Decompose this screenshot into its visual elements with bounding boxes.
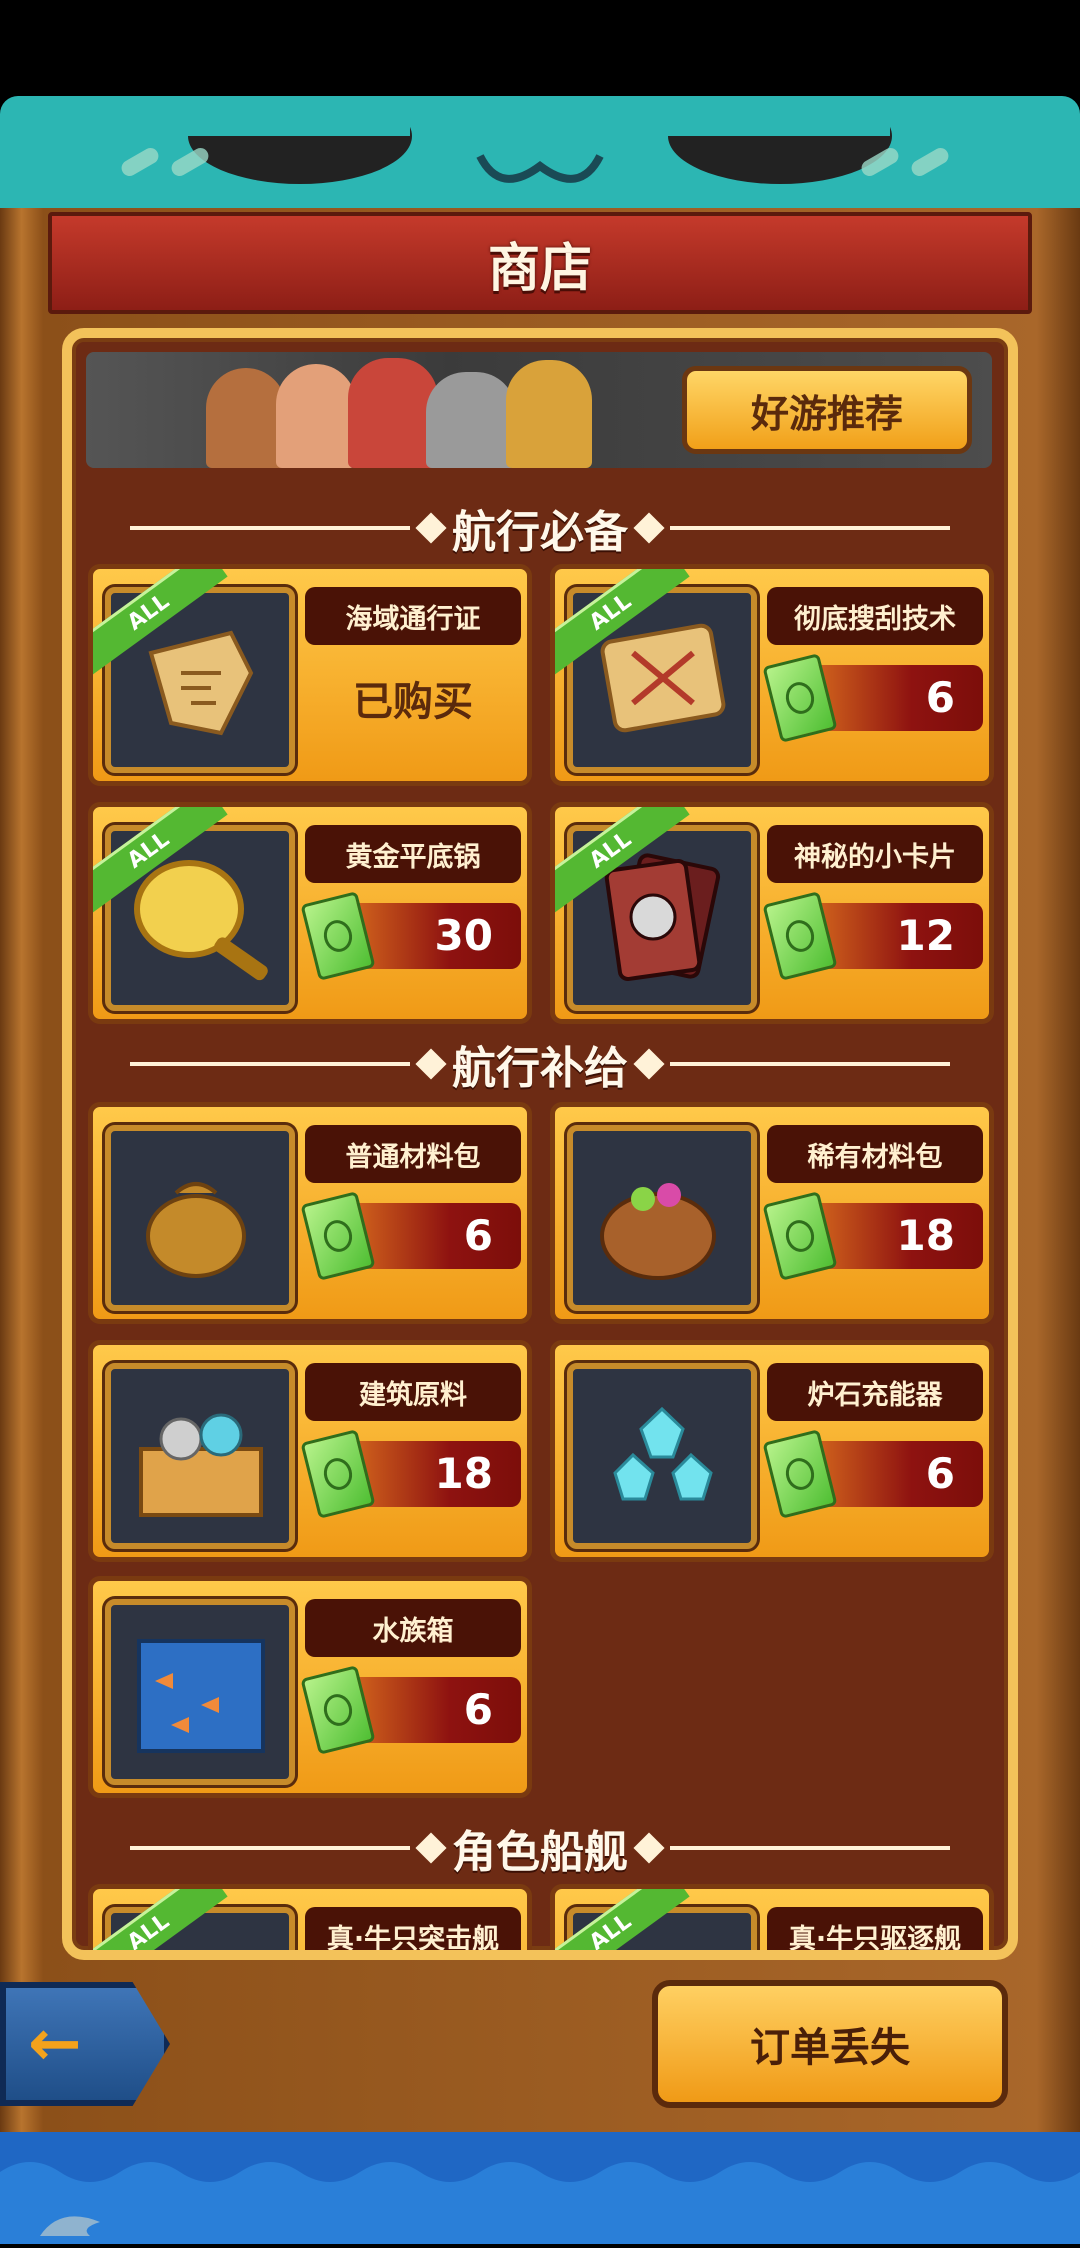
hero-character [206, 368, 286, 468]
item-price: 6 [463, 1211, 493, 1260]
item-price: 12 [896, 911, 955, 960]
mascot-face-icon [121, 96, 949, 184]
item-name: 彻底搜刮技术 [794, 603, 956, 635]
shop-item-card[interactable]: 建筑原料 18 [88, 1340, 532, 1562]
order-lost-button[interactable]: 订单丢失 [652, 1980, 1008, 2108]
item-name: 黄金平底锅 [345, 841, 481, 873]
page-title: 商店 [487, 238, 592, 299]
hero-character [506, 360, 592, 468]
section-label: 角色船舰 [452, 1827, 628, 1878]
purchased-status: 已购买 [353, 679, 473, 725]
rare-material-bag-icon [600, 1183, 716, 1280]
item-name: 稀有材料包 [807, 1141, 943, 1173]
hero-character [348, 358, 438, 468]
mascot-face-band [0, 96, 1080, 208]
item-price: 18 [896, 1211, 955, 1260]
shop-item-card[interactable]: ALL 黄金平底锅 30 [88, 802, 532, 1024]
shop-header: 商店 [48, 212, 1032, 314]
item-name-plate: 水族箱 [305, 1599, 521, 1657]
item-price: 6 [463, 1685, 493, 1734]
item-name: 炉石充能器 [807, 1379, 943, 1411]
recommend-button[interactable]: 好游推荐 [682, 366, 972, 454]
item-price: 30 [434, 911, 493, 960]
sea-footer [0, 2132, 1080, 2244]
item-slot [567, 1125, 757, 1311]
shop-item-card[interactable]: 普通材料包 6 [88, 1102, 532, 1324]
hero-character [276, 364, 356, 468]
item-name-plate: 普通材料包 [305, 1125, 521, 1183]
shop-item-card[interactable]: ALL 海域通行证 已购买 [88, 564, 532, 786]
item-price: 6 [925, 1449, 955, 1498]
item-name: 真·牛只突击舰 [326, 1923, 500, 1955]
left-arrow-icon: ← [28, 2007, 82, 2081]
item-price: 6 [925, 673, 955, 722]
section-label: 航行补给 [452, 1043, 628, 1094]
item-slot [567, 1363, 757, 1549]
item-slot [105, 1125, 295, 1311]
item-name-plate: 炉石充能器 [767, 1363, 983, 1421]
shop-item-card[interactable]: ALL 彻底搜刮技术 6 [550, 564, 994, 786]
aquarium-icon [137, 1639, 265, 1753]
hero-character [426, 372, 516, 468]
shop-item-card[interactable]: 稀有材料包 18 [550, 1102, 994, 1324]
recommend-label: 好游推荐 [750, 391, 903, 436]
section-title-ships: 角色船舰 [72, 1818, 1008, 1878]
item-name: 普通材料包 [345, 1141, 481, 1173]
order-lost-label: 订单丢失 [750, 2025, 910, 2071]
item-name: 真·牛只驱逐舰 [788, 1923, 962, 1955]
item-name-plate: 建筑原料 [305, 1363, 521, 1421]
item-name: 海域通行证 [345, 603, 481, 635]
shop-item-card[interactable]: 炉石充能器 6 [550, 1340, 994, 1562]
shop-item-card[interactable]: ALL 真·牛只驱逐舰 [550, 1884, 994, 1955]
wave-icon [0, 2162, 1080, 2244]
item-slot [105, 1599, 295, 1785]
section-label: 航行必备 [452, 507, 628, 558]
item-name-plate: 稀有材料包 [767, 1125, 983, 1183]
section-title-essentials: 航行必备 [72, 498, 1008, 558]
shop-item-card[interactable]: ALL 神秘的小卡片 12 [550, 802, 994, 1024]
item-name-plate: 彻底搜刮技术 [767, 587, 983, 645]
recommend-banner[interactable]: 好游推荐 [86, 352, 992, 468]
shop-item-card[interactable]: 水族箱 6 [88, 1576, 532, 1798]
item-name: 建筑原料 [359, 1379, 467, 1411]
section-title-supplies: 航行补给 [72, 1034, 1008, 1094]
item-name-plate: 真·牛只突击舰 [305, 1907, 521, 1955]
item-price: 18 [434, 1449, 493, 1498]
item-name-plate: 海域通行证 [305, 587, 521, 645]
material-bag-icon [146, 1182, 246, 1278]
item-name-plate: 真·牛只驱逐舰 [767, 1907, 983, 1955]
shop-item-card[interactable]: ALL 真·牛只突击舰 [88, 1884, 532, 1955]
item-name-plate: 黄金平底锅 [305, 825, 521, 883]
item-name: 水族箱 [372, 1615, 454, 1647]
item-name-plate: 神秘的小卡片 [767, 825, 983, 883]
item-slot [105, 1363, 295, 1549]
shop-panel[interactable]: 好游推荐 航行必备 ALL 海域通行证 已购买 ALL 彻底搜刮技术 6 ALL… [62, 328, 1018, 1960]
item-name: 神秘的小卡片 [794, 841, 956, 873]
ore-crate-icon [139, 1413, 263, 1517]
crystal-charger-icon [613, 1406, 713, 1501]
